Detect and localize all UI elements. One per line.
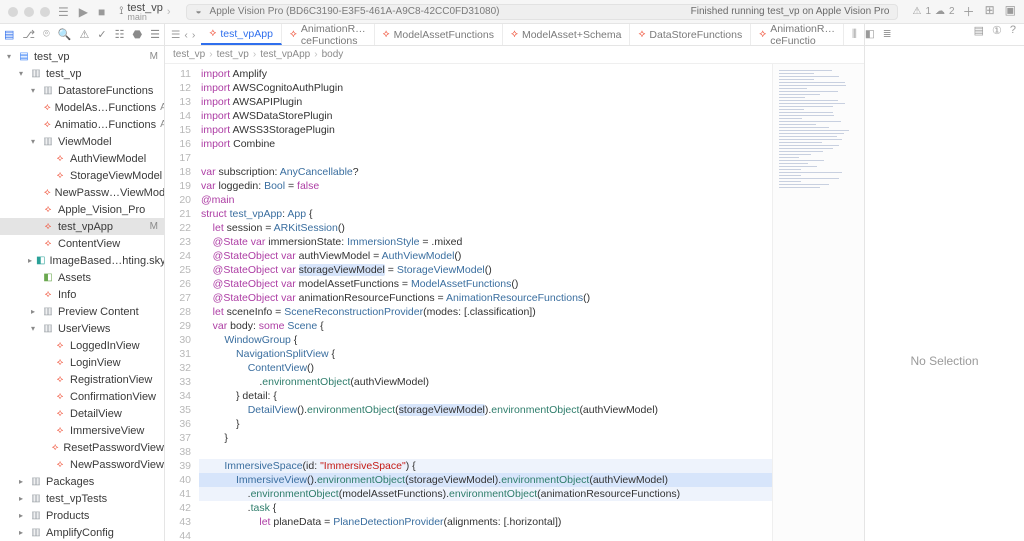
tree-item[interactable]: ▾▥ViewModel xyxy=(0,133,164,150)
editor-area: ☰ ‹ › ⟡test_vpApp⟡AnimationR…ceFunctions… xyxy=(165,24,864,541)
tree-item[interactable]: ◧Assets xyxy=(0,269,164,286)
source-editor[interactable]: 1112131415161718192021222324252627282930… xyxy=(165,64,772,541)
project-tree[interactable]: ▾▤test_vpM▾▥test_vp▾▥DatastoreFunctions⟡… xyxy=(0,46,164,541)
tree-item[interactable]: ⟡Animatio…FunctionsA xyxy=(0,116,164,133)
activity-status: Finished running test_vp on Apple Vision… xyxy=(691,6,890,17)
editor-tab-bar[interactable]: ☰ ‹ › ⟡test_vpApp⟡AnimationR…ceFunctions… xyxy=(165,24,864,46)
related-items-icon[interactable]: ☰ xyxy=(171,29,180,41)
tree-item[interactable]: ⟡ResetPasswordView xyxy=(0,439,164,456)
scheme-icon: ⟟ xyxy=(119,5,123,18)
scheme-selector[interactable]: ⟟ test_vp main › xyxy=(119,2,170,22)
tree-item[interactable]: ▾▤test_vpM xyxy=(0,48,164,65)
breadcrumb-segment[interactable]: body xyxy=(322,49,344,60)
tree-item[interactable]: ▾▥test_vp xyxy=(0,65,164,82)
tree-item[interactable]: ⟡ContentView xyxy=(0,235,164,252)
tree-item[interactable]: ▸▥AmplifyConfig xyxy=(0,524,164,541)
run-icon[interactable]: ▶ xyxy=(79,5,88,19)
navigator-tab-bar[interactable]: ▤ ⎇ ⌾ 🔍 ⚠︎ ✓ ☷ ⬣ ☰ xyxy=(0,24,164,46)
symbol-navigator-icon[interactable]: ⌾ xyxy=(43,28,50,41)
inspector-empty-label: No Selection xyxy=(910,354,978,368)
editor-tab[interactable]: ⟡ModelAsset+Schema xyxy=(503,24,630,45)
tree-item[interactable]: ⟡Info xyxy=(0,286,164,303)
tree-item[interactable]: ▸▥Packages xyxy=(0,473,164,490)
editor-tab[interactable]: ⟡ModelAssetFunctions xyxy=(375,24,503,45)
breadcrumb-segment[interactable]: test_vp xyxy=(217,49,249,60)
tree-item[interactable]: ▸▥Products xyxy=(0,507,164,524)
tree-item[interactable]: ⟡RegistrationView xyxy=(0,371,164,388)
tree-item[interactable]: ⟡ConfirmationView xyxy=(0,388,164,405)
forward-icon[interactable]: › xyxy=(192,29,196,41)
tree-item[interactable]: ⟡ModelAs…FunctionsA xyxy=(0,99,164,116)
issue-indicator[interactable]: ⚠︎ 1 ☁ 2 xyxy=(912,6,954,17)
tree-item[interactable]: ⟡LoginView xyxy=(0,354,164,371)
tree-item[interactable]: ⟡DetailView xyxy=(0,405,164,422)
line-gutter: 1112131415161718192021222324252627282930… xyxy=(165,64,199,541)
code-content[interactable]: import Amplifyimport AWSCognitoAuthPlugi… xyxy=(199,64,772,541)
warning-icon: ⚠︎ xyxy=(912,6,921,17)
test-navigator-icon[interactable]: ✓ xyxy=(97,28,106,41)
minimap-toggle-icon[interactable]: ⫼ xyxy=(852,28,857,41)
library-icon[interactable]: ⊞ xyxy=(985,3,995,20)
toggle-inspector-icon[interactable]: ▣ xyxy=(1005,3,1016,20)
tree-item[interactable]: ⟡test_vpAppM xyxy=(0,218,164,235)
tree-item[interactable]: ▾▥DatastoreFunctions xyxy=(0,82,164,99)
project-navigator-icon[interactable]: ▤ xyxy=(4,28,14,41)
error-count: 2 xyxy=(949,6,955,17)
tree-item[interactable]: ⟡NewPassw…ViewModel xyxy=(0,184,164,201)
editor-tab[interactable]: ⟡test_vpApp xyxy=(201,24,282,45)
minimap[interactable] xyxy=(772,64,864,541)
cloud-icon: ☁ xyxy=(935,6,945,17)
editor-tab[interactable]: ⟡AnimationR…ceFunctions xyxy=(282,24,375,45)
tree-item[interactable]: ▸◧ImageBased…hting.skybox xyxy=(0,252,164,269)
back-icon[interactable]: ‹ xyxy=(184,29,188,41)
tree-item[interactable]: ⟡NewPasswordView xyxy=(0,456,164,473)
report-navigator-icon[interactable]: ☰ xyxy=(150,28,160,41)
editor-tab[interactable]: ⟡AnimationR…ceFunctio xyxy=(751,24,844,45)
issue-navigator-icon[interactable]: ⚠︎ xyxy=(79,28,89,41)
chevron-right-icon: › xyxy=(167,6,171,18)
find-navigator-icon[interactable]: 🔍 xyxy=(58,28,72,41)
toggle-navigator-icon[interactable]: ☰ xyxy=(58,5,69,19)
title-bar: ☰ ▶ ■ ⟟ test_vp main › ◒ Apple Vision Pr… xyxy=(0,0,1024,24)
editor-tab[interactable]: ⟡DataStoreFunctions xyxy=(630,24,751,45)
run-destination: Apple Vision Pro (BD6C3190-E3F5-461A-A9C… xyxy=(210,6,500,17)
debug-navigator-icon[interactable]: ☷ xyxy=(115,28,125,41)
stop-icon[interactable]: ■ xyxy=(98,5,105,19)
warning-count: 1 xyxy=(925,6,931,17)
tree-item[interactable]: ▾▥UserViews xyxy=(0,320,164,337)
tree-item[interactable]: ⟡ImmersiveView xyxy=(0,422,164,439)
tree-item[interactable]: ▸▥test_vpTests xyxy=(0,490,164,507)
tree-item[interactable]: ⟡StorageViewModel xyxy=(0,167,164,184)
tree-item[interactable]: ▸▥Preview Content xyxy=(0,303,164,320)
activity-pill[interactable]: ◒ Apple Vision Pro (BD6C3190-E3F5-461A-A… xyxy=(186,4,898,20)
breadcrumb-segment[interactable]: test_vp xyxy=(173,49,205,60)
tree-item[interactable]: ⟡LoggedInView xyxy=(0,337,164,354)
source-control-navigator-icon[interactable]: ⎇ xyxy=(22,28,35,41)
jump-bar[interactable]: test_vp›test_vp›test_vpApp›body xyxy=(165,46,864,64)
file-inspector-icon[interactable]: ▤ xyxy=(974,24,984,45)
add-icon[interactable]: ＋ xyxy=(963,3,975,20)
breakpoint-navigator-icon[interactable]: ⬣ xyxy=(132,28,142,41)
breadcrumb-segment[interactable]: test_vpApp xyxy=(260,49,310,60)
device-icon: ◒ xyxy=(195,6,201,17)
help-inspector-icon[interactable]: ? xyxy=(1010,24,1016,45)
window-traffic-lights[interactable] xyxy=(8,7,50,17)
navigator-panel: ▤ ⎇ ⌾ 🔍 ⚠︎ ✓ ☷ ⬣ ☰ ▾▤test_vpM▾▥test_vp▾▥… xyxy=(0,24,165,541)
history-inspector-icon[interactable]: ① xyxy=(992,24,1002,45)
tree-item[interactable]: ⟡AuthViewModel xyxy=(0,150,164,167)
inspector-panel: ▤ ① ? No Selection xyxy=(864,24,1024,541)
tree-item[interactable]: ⟡Apple_Vision_Pro xyxy=(0,201,164,218)
